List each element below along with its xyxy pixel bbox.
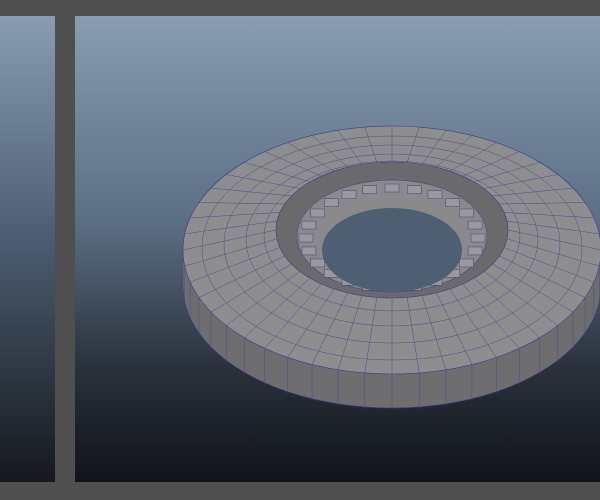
ring-tooth — [362, 185, 377, 194]
panel-splitter[interactable] — [55, 16, 75, 482]
ring-hole — [322, 208, 462, 292]
side-viewport[interactable] — [0, 16, 55, 482]
top-toolbar — [0, 0, 600, 16]
ring-tooth — [445, 198, 461, 207]
ring-tooth — [301, 246, 317, 256]
bottom-bar — [0, 482, 600, 500]
ring-tooth — [459, 258, 474, 268]
ring-tooth — [298, 233, 314, 243]
ring-tooth — [470, 233, 486, 243]
ring-tooth — [384, 183, 400, 193]
ring-tooth — [407, 185, 422, 194]
ring-tooth — [341, 190, 357, 199]
ring-tooth — [427, 190, 443, 199]
ring-tooth — [301, 220, 317, 230]
ring-tooth — [467, 220, 483, 230]
ring-tooth — [310, 208, 325, 218]
ring-tooth — [467, 246, 483, 256]
ring-tooth — [323, 198, 339, 207]
3d-viewport[interactable] — [75, 16, 600, 482]
ring-tooth — [310, 258, 325, 268]
ring-tooth — [459, 208, 474, 218]
ring-mesh — [182, 125, 600, 410]
